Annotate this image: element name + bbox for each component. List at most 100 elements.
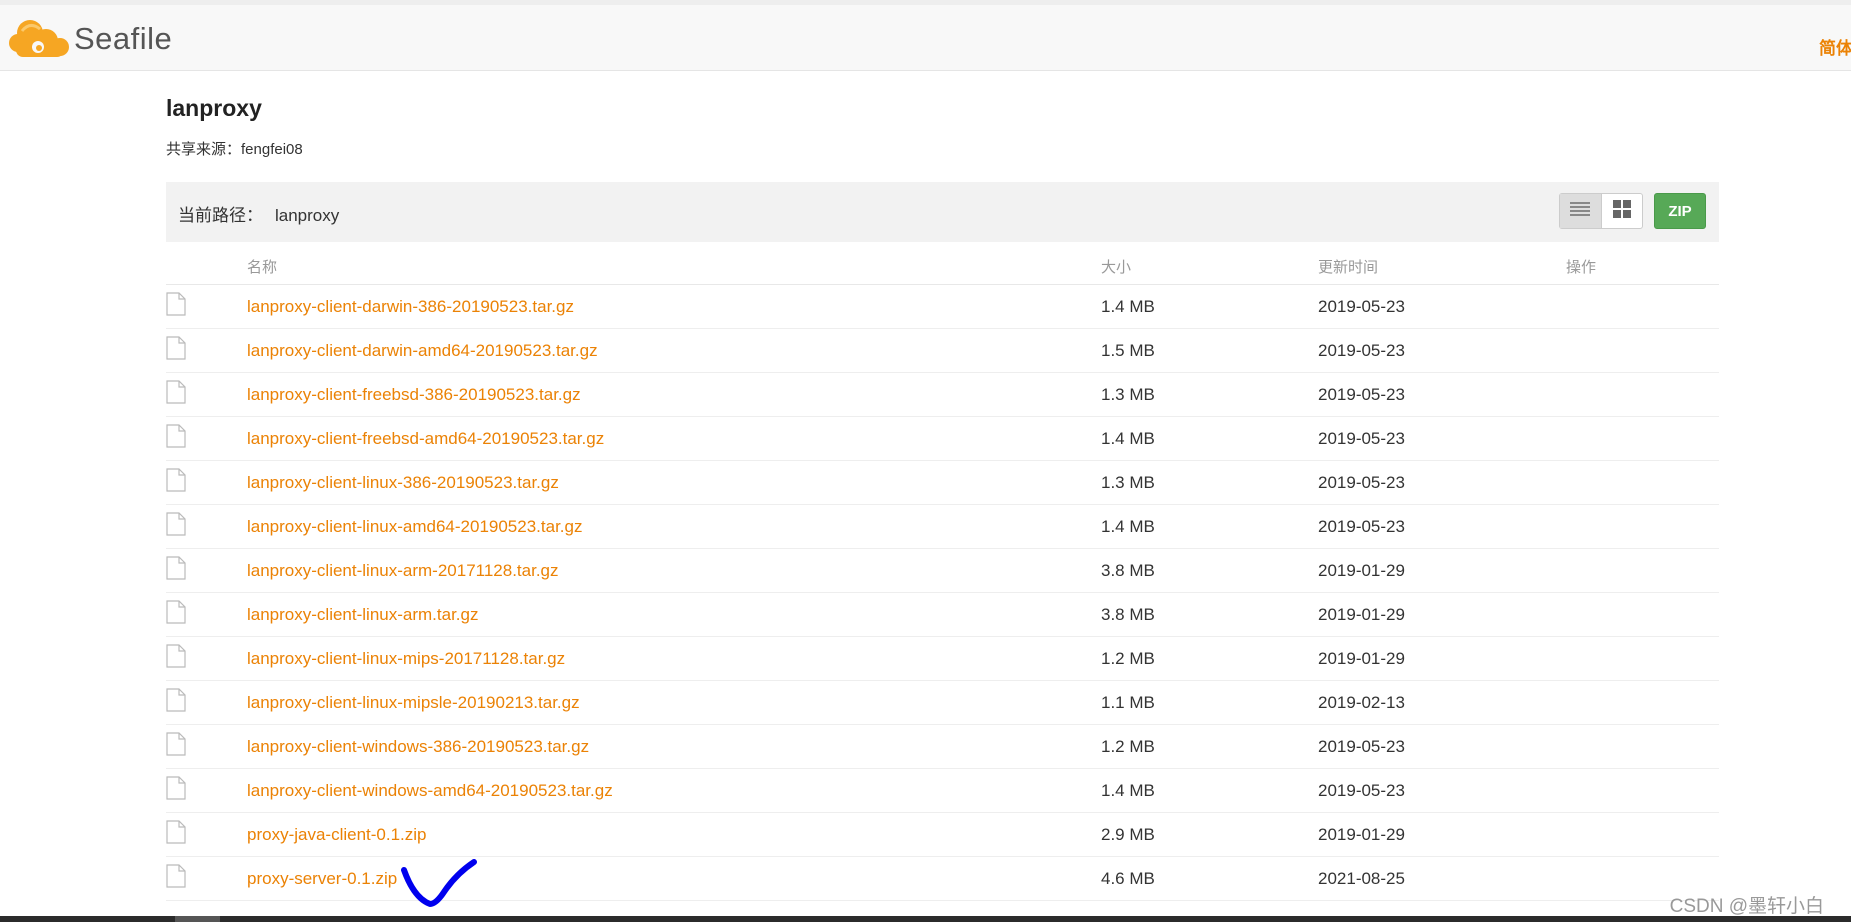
csdn-watermark: CSDN @墨轩小白: [1669, 896, 1824, 917]
file-icon: [166, 512, 186, 540]
table-row[interactable]: lanproxy-client-freebsd-386-20190523.tar…: [166, 372, 1719, 417]
table-row[interactable]: lanproxy-client-linux-arm-20171128.tar.g…: [166, 548, 1719, 593]
file-size: 1.5 MB: [1101, 328, 1318, 373]
file-name-link[interactable]: lanproxy-client-windows-amd64-20190523.t…: [247, 781, 613, 800]
zip-download-button[interactable]: ZIP: [1654, 193, 1706, 229]
cloud-logo-icon: [8, 17, 72, 61]
view-mode-toggle: [1559, 193, 1643, 229]
file-size: 1.3 MB: [1101, 372, 1318, 417]
file-size: 4.6 MB: [1101, 856, 1318, 901]
file-name-link[interactable]: lanproxy-client-freebsd-386-20190523.tar…: [247, 385, 581, 404]
file-updated-time: 2019-01-29: [1318, 812, 1566, 857]
file-ops-cell: [1566, 592, 1719, 637]
file-cell-icon: [166, 460, 247, 505]
file-cell-icon: [166, 856, 247, 901]
table-row[interactable]: lanproxy-client-linux-mipsle-20190213.ta…: [166, 680, 1719, 725]
header-size[interactable]: 大小: [1101, 248, 1318, 285]
file-cell-icon: [166, 680, 247, 725]
current-path: 当前路径： lanproxy: [178, 201, 339, 226]
grid-view-button[interactable]: [1602, 194, 1643, 228]
list-view-button[interactable]: [1560, 194, 1602, 228]
file-name-cell: lanproxy-client-freebsd-amd64-20190523.t…: [247, 416, 1101, 461]
file-name-cell: lanproxy-client-linux-mips-20171128.tar.…: [247, 636, 1101, 681]
file-icon: [166, 292, 186, 320]
list-icon: [1570, 201, 1591, 222]
table-header-row: 名称 大小 更新时间 操作: [166, 248, 1719, 285]
file-name-cell: lanproxy-client-windows-386-20190523.tar…: [247, 724, 1101, 769]
file-name-link[interactable]: proxy-java-client-0.1.zip: [247, 825, 427, 844]
file-name-link[interactable]: lanproxy-client-linux-mipsle-20190213.ta…: [247, 693, 580, 712]
file-updated-time: 2019-05-23: [1318, 460, 1566, 505]
table-row[interactable]: lanproxy-client-linux-arm.tar.gz 3.8 MB 20…: [166, 592, 1719, 637]
seafile-logo[interactable]: Seafile: [8, 17, 172, 61]
file-updated-time: 2019-05-23: [1318, 372, 1566, 417]
file-name-link[interactable]: lanproxy-client-linux-amd64-20190523.tar…: [247, 517, 582, 536]
file-cell-icon: [166, 768, 247, 813]
taskbar: [0, 916, 1851, 922]
file-ops-cell: [1566, 284, 1719, 329]
file-name-link[interactable]: lanproxy-client-linux-mips-20171128.tar.…: [247, 649, 565, 668]
file-ops-cell: [1566, 812, 1719, 857]
table-row[interactable]: lanproxy-client-linux-amd64-20190523.tar…: [166, 504, 1719, 549]
file-name-link[interactable]: lanproxy-client-linux-arm-20171128.tar.g…: [247, 561, 559, 580]
file-size: 1.2 MB: [1101, 724, 1318, 769]
file-name-link[interactable]: proxy-server-0.1.zip: [247, 869, 397, 888]
table-row[interactable]: lanproxy-client-linux-386-20190523.tar.g…: [166, 460, 1719, 505]
file-icon: [166, 732, 186, 760]
table-row[interactable]: lanproxy-client-darwin-amd64-20190523.ta…: [166, 328, 1719, 373]
path-repo-link[interactable]: lanproxy: [275, 206, 339, 225]
file-name-cell: lanproxy-client-linux-amd64-20190523.tar…: [247, 504, 1101, 549]
file-size: 3.8 MB: [1101, 592, 1318, 637]
file-updated-time: 2019-05-23: [1318, 724, 1566, 769]
file-ops-cell: [1566, 768, 1719, 813]
file-ops-cell: [1566, 548, 1719, 593]
file-cell-icon: [166, 548, 247, 593]
file-size: 1.4 MB: [1101, 284, 1318, 329]
table-row[interactable]: lanproxy-client-freebsd-amd64-20190523.t…: [166, 416, 1719, 461]
file-size: 3.8 MB: [1101, 548, 1318, 593]
file-ops-cell: [1566, 636, 1719, 681]
file-name-cell: lanproxy-client-linux-arm-20171128.tar.g…: [247, 548, 1101, 593]
file-updated-time: 2019-01-29: [1318, 592, 1566, 637]
file-name-link[interactable]: lanproxy-client-linux-386-20190523.tar.g…: [247, 473, 559, 492]
file-updated-time: 2019-01-29: [1318, 548, 1566, 593]
file-name-cell: proxy-server-0.1.zip: [247, 856, 1101, 901]
grid-icon: [1612, 199, 1631, 223]
taskbar-tab[interactable]: [175, 916, 220, 922]
table-row[interactable]: lanproxy-client-windows-amd64-20190523.t…: [166, 768, 1719, 813]
table-row[interactable]: proxy-server-0.1.zip 4.6 MB 2021-08-25: [166, 856, 1719, 901]
file-name-link[interactable]: lanproxy-client-freebsd-amd64-20190523.t…: [247, 429, 604, 448]
header-time[interactable]: 更新时间: [1318, 248, 1566, 285]
file-name-cell: lanproxy-client-linux-mipsle-20190213.ta…: [247, 680, 1101, 725]
file-cell-icon: [166, 504, 247, 549]
file-name-link[interactable]: lanproxy-client-linux-arm.tar.gz: [247, 605, 478, 624]
file-ops-cell: [1566, 416, 1719, 461]
file-name-cell: lanproxy-client-linux-386-20190523.tar.g…: [247, 460, 1101, 505]
file-size: 2.9 MB: [1101, 812, 1318, 857]
file-name-link[interactable]: lanproxy-client-darwin-386-20190523.tar.…: [247, 297, 574, 316]
logo-text: Seafile: [74, 21, 173, 56]
file-size: 1.4 MB: [1101, 504, 1318, 549]
file-name-link[interactable]: lanproxy-client-windows-386-20190523.tar…: [247, 737, 589, 756]
file-icon: [166, 468, 186, 496]
file-updated-time: 2019-05-23: [1318, 504, 1566, 549]
file-icon: [166, 336, 186, 364]
file-cell-icon: [166, 724, 247, 769]
current-path-label: 当前路径：: [178, 206, 263, 225]
table-row[interactable]: lanproxy-client-darwin-386-20190523.tar.…: [166, 284, 1719, 329]
file-cell-icon: [166, 284, 247, 329]
header-ops: 操作: [1566, 248, 1719, 285]
table-row[interactable]: lanproxy-client-windows-386-20190523.tar…: [166, 724, 1719, 769]
file-updated-time: 2021-08-25: [1318, 856, 1566, 901]
file-icon: [166, 688, 186, 716]
file-name-link[interactable]: lanproxy-client-darwin-amd64-20190523.ta…: [247, 341, 598, 360]
file-updated-time: 2019-05-23: [1318, 328, 1566, 373]
file-updated-time: 2019-02-13: [1318, 680, 1566, 725]
language-switcher[interactable]: 简体中文: [1819, 34, 1851, 59]
table-row[interactable]: proxy-java-client-0.1.zip 2.9 MB 2019-01-2…: [166, 812, 1719, 857]
table-row[interactable]: lanproxy-client-linux-mips-20171128.tar.…: [166, 636, 1719, 681]
file-size: 1.2 MB: [1101, 636, 1318, 681]
file-icon: [166, 556, 186, 584]
file-icon: [166, 776, 186, 804]
header-name[interactable]: 名称: [247, 248, 1101, 285]
